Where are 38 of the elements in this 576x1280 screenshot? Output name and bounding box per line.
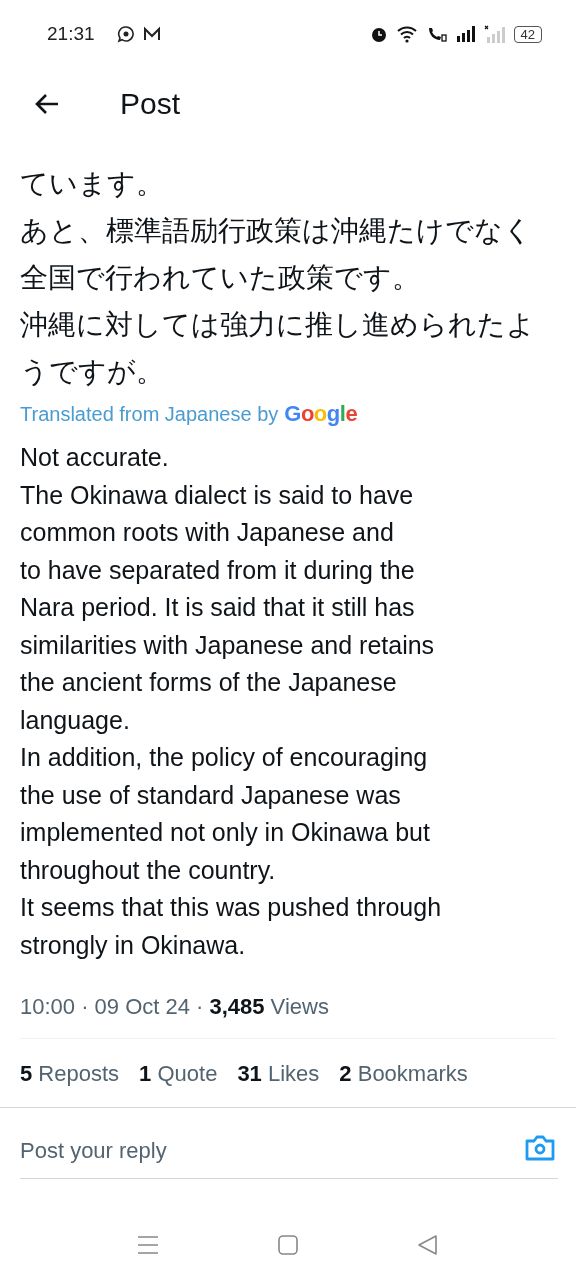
engagement-stat[interactable]: 31 Likes bbox=[237, 1061, 320, 1087]
menu-icon[interactable] bbox=[137, 1234, 159, 1256]
post-text-line: うですが。 bbox=[20, 355, 165, 389]
translated-text-line: In addition, the policy of encouraging bbox=[20, 742, 429, 773]
post-text-line: 沖縄に対しては強力に推し進められたよ bbox=[20, 308, 536, 342]
post-text-line: あと、標準語励行政策は沖縄たけでなく bbox=[20, 214, 533, 248]
back-icon[interactable] bbox=[417, 1234, 439, 1256]
post-text-line: ています。 bbox=[20, 167, 165, 201]
translated-text-line: strongly in Okinawa. bbox=[20, 929, 247, 961]
translated-text-line: language. bbox=[20, 704, 131, 736]
translated-text-line: Not accurate. bbox=[20, 442, 170, 473]
translated-text-line: the ancient forms of the Japanese bbox=[20, 667, 398, 698]
battery-indicator: 42 bbox=[513, 25, 542, 43]
translated-text-line: It seems that this was pushed through bbox=[20, 892, 443, 923]
home-icon[interactable] bbox=[277, 1234, 299, 1256]
page-title: Post bbox=[120, 87, 181, 121]
engagement-stat[interactable]: 5 Reposts bbox=[20, 1061, 120, 1087]
translated-text-line: to have separated from it during the bbox=[20, 554, 416, 586]
translated-text-line: common roots with Japanese and bbox=[20, 517, 395, 548]
translated-text-line: implemented not only in Okinawa but bbox=[20, 817, 431, 848]
translated-text-line: throughout the country. bbox=[20, 854, 277, 886]
translated-text-line: Nara period. It is said that it still has bbox=[20, 592, 416, 623]
alarm-icon bbox=[369, 25, 388, 43]
post-timestamp: 10:00 · 09 Oct 24 · bbox=[20, 994, 204, 1020]
signal-icon bbox=[483, 25, 506, 43]
signal-icon bbox=[455, 26, 476, 42]
wifi-icon bbox=[395, 25, 418, 43]
chat-bubble-icon bbox=[116, 25, 135, 43]
views-count: 3,485 Views bbox=[209, 994, 329, 1020]
post-text-line: 全国で行われていた政策です。 bbox=[20, 261, 421, 295]
translated-text-line: similarities with Japanese and retains bbox=[20, 629, 436, 661]
translated-text-line: the use of standard Japanese was bbox=[20, 779, 402, 811]
google-logo: Google bbox=[284, 401, 358, 427]
status-time: 21:31 bbox=[47, 23, 95, 45]
engagement-stat[interactable]: 1 Quote bbox=[139, 1061, 218, 1087]
mail-icon bbox=[142, 26, 161, 42]
engagement-stat[interactable]: 2 Bookmarks bbox=[339, 1061, 468, 1087]
translated-text-line: The Okinawa dialect is said to have bbox=[20, 479, 415, 511]
